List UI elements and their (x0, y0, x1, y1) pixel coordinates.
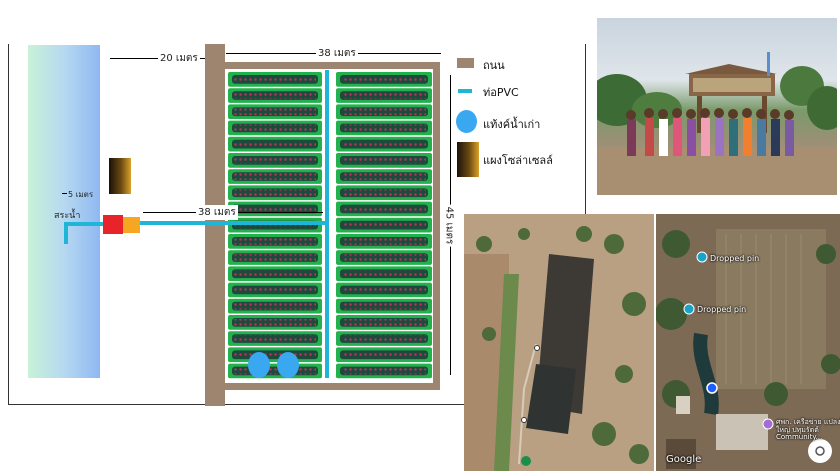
legend-tank-swatch (456, 110, 477, 133)
planting-bed-plants (342, 140, 426, 148)
planting-bed-plants (342, 221, 426, 229)
satellite-1-svg (464, 214, 654, 471)
legend-solar-label: แผงโซล่าเซลล์ (483, 154, 553, 167)
planting-bed-plants (234, 319, 316, 326)
planting-bed-plants (342, 351, 426, 359)
planting-bed-plants (234, 335, 316, 342)
dim-arrow-5m (62, 193, 67, 194)
group-photo (597, 18, 837, 195)
pump-box (103, 215, 123, 234)
planting-bed-plants (342, 302, 426, 310)
planting-bed-plants (234, 173, 316, 180)
dim-label-38m-mid: 38 เมตร (196, 205, 238, 220)
satellite-image-1 (464, 214, 654, 471)
water-tank-1 (248, 352, 270, 378)
dim-label-5m: 5 เมตร (68, 190, 94, 199)
planting-bed-plants (234, 286, 316, 294)
map-pin-label-1: Dropped pin (710, 254, 760, 263)
planting-bed-plants (342, 173, 426, 180)
google-logo: Google (666, 454, 702, 465)
planting-bed-plants (342, 270, 426, 278)
planting-bed-plants (342, 157, 426, 164)
planting-bed-plants (234, 76, 316, 83)
planting-beds (228, 72, 432, 380)
planting-bed-plants (234, 270, 316, 278)
planting-bed-plants (342, 286, 426, 294)
planting-bed-plants (234, 189, 316, 197)
planting-bed-plants (342, 335, 426, 342)
legend-road-swatch (457, 58, 474, 68)
solar-panel (109, 158, 131, 194)
planting-bed-plants (342, 254, 426, 261)
road-field-top (225, 62, 440, 69)
planting-bed-plants (234, 351, 316, 359)
planting-bed-plants (342, 205, 426, 213)
planting-bed-plants (234, 92, 316, 99)
planting-bed-plants (342, 319, 426, 326)
legend-road-label: ถนน (483, 59, 505, 72)
planting-bed-plants (234, 254, 316, 261)
water-source-label: สระน้ำ (54, 211, 81, 221)
planting-bed-plants (342, 367, 426, 375)
planting-bed-plants (342, 108, 426, 116)
road-vertical (205, 44, 225, 406)
planting-bed-plants (234, 238, 316, 245)
pipe-drop (64, 222, 68, 244)
map-pin-label-2: Dropped pin (697, 305, 747, 314)
planting-bed-plants (342, 189, 426, 197)
legend-pvc-swatch (458, 89, 472, 93)
planting-bed-plants (342, 124, 426, 132)
controller-box (123, 217, 140, 233)
dim-label-38m-top: 38 เมตร (316, 46, 358, 61)
pvc-pipe-horizontal (140, 221, 328, 225)
dim-label-45m: 45 เมตร (441, 204, 457, 247)
planting-bed-plants (234, 157, 316, 164)
legend-solar-swatch (457, 142, 479, 177)
group-photo-svg (597, 52, 837, 195)
water-tank-2 (277, 352, 299, 378)
satellite-image-2: Dropped pin Dropped pin ศพก. เครือข่าย แ… (656, 214, 840, 471)
planting-beds-svg (228, 72, 432, 379)
pipe-from-pond (64, 222, 104, 226)
planting-bed-plants (342, 92, 426, 99)
planting-bed-plants (234, 302, 316, 310)
legend-tank-label: แท้งค์น้ำเก่า (483, 118, 541, 131)
legend-pvc-label: ท่อPVC (483, 86, 519, 99)
locate-button[interactable] (808, 439, 832, 463)
planting-bed-plants (234, 108, 316, 116)
planting-bed-plants (342, 76, 426, 83)
planting-bed-plants (234, 124, 316, 132)
planting-bed-plants (234, 367, 316, 375)
dim-label-20m: 20 เมตร (158, 51, 200, 66)
planting-bed-plants (234, 140, 316, 148)
planting-bed-plants (342, 238, 426, 245)
